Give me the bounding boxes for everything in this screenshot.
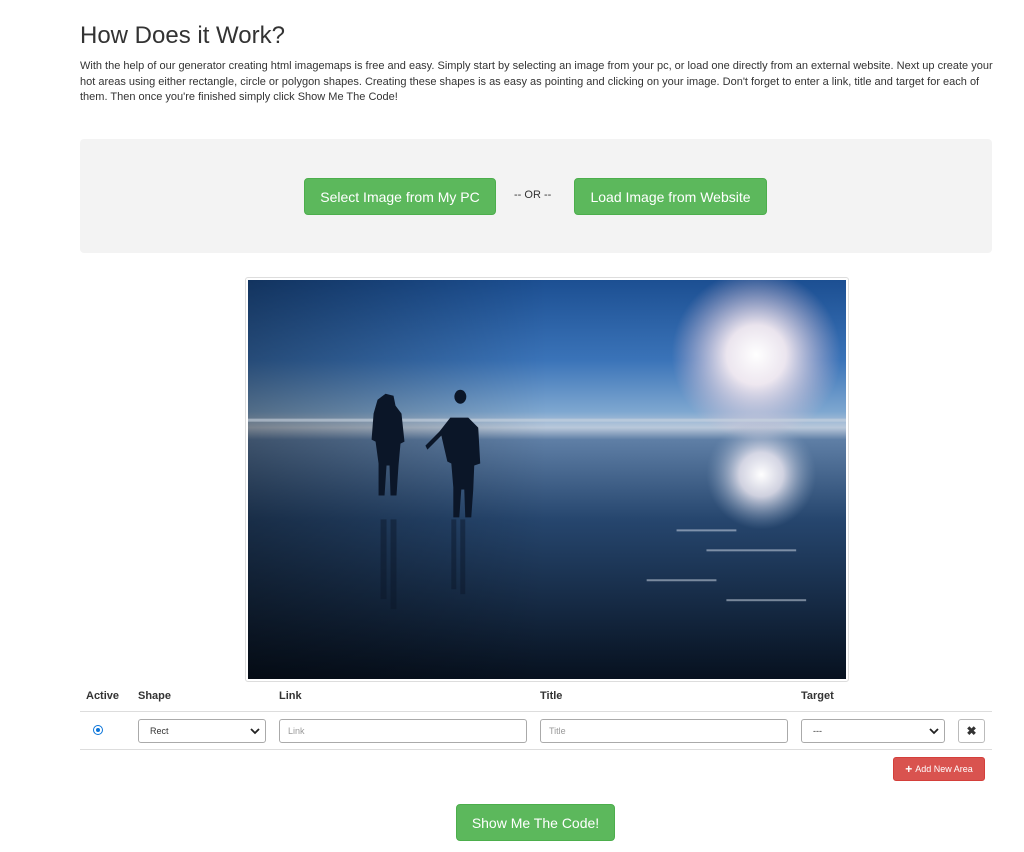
add-new-area-label: Add New Area xyxy=(915,764,973,774)
add-new-area-button[interactable]: + Add New Area xyxy=(893,757,985,781)
loaded-image xyxy=(248,280,846,679)
upload-panel: Select Image from My PC -- OR -- Load Im… xyxy=(80,139,992,253)
chevron-down-icon xyxy=(929,728,939,735)
target-select[interactable]: --- xyxy=(801,719,945,743)
link-input[interactable] xyxy=(279,719,527,743)
remove-area-button[interactable]: ✖ xyxy=(958,719,985,743)
row-divider xyxy=(80,749,992,750)
header-divider xyxy=(80,711,992,712)
active-radio[interactable] xyxy=(93,725,103,735)
load-image-button[interactable]: Load Image from Website xyxy=(574,178,767,215)
plus-icon: + xyxy=(905,762,913,776)
chevron-down-icon xyxy=(250,728,260,735)
shape-select-value: Rect xyxy=(150,726,169,736)
target-select-value: --- xyxy=(813,726,822,736)
col-header-active: Active xyxy=(86,690,120,702)
title-input[interactable] xyxy=(540,719,788,743)
select-image-button[interactable]: Select Image from My PC xyxy=(304,178,496,215)
show-code-button[interactable]: Show Me The Code! xyxy=(456,804,615,841)
close-icon: ✖ xyxy=(966,724,977,738)
col-header-title: Title xyxy=(540,690,563,702)
imagemap-canvas[interactable] xyxy=(245,277,849,682)
col-header-shape: Shape xyxy=(138,690,172,702)
col-header-link: Link xyxy=(279,690,302,702)
shape-select[interactable]: Rect xyxy=(138,719,266,743)
col-header-target: Target xyxy=(801,690,834,702)
intro-text: With the help of our generator creating … xyxy=(80,60,993,103)
or-separator: -- OR -- xyxy=(514,189,552,201)
page-title: How Does it Work? xyxy=(80,22,285,49)
